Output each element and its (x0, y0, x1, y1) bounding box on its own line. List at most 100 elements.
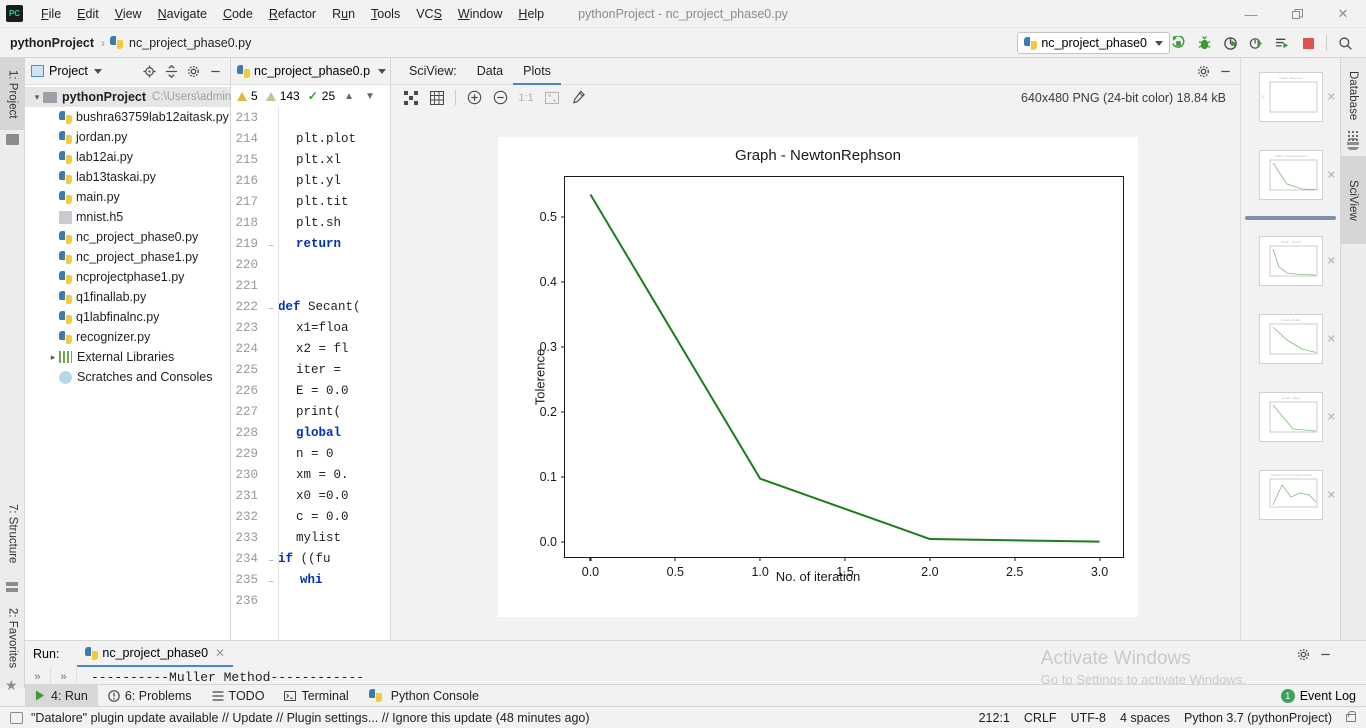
close-icon[interactable]: ✕ (1327, 91, 1336, 104)
fold-marker[interactable]: ⚊ (264, 239, 278, 249)
locate-icon[interactable] (138, 60, 160, 82)
tab-todo[interactable]: TODO (202, 685, 275, 707)
tab-python-console[interactable]: Python Console (359, 685, 489, 707)
thumbnail-item-2[interactable]: Graph - Secant ✕ (1241, 222, 1340, 300)
status-message[interactable]: "Datalore" plugin update available // Up… (31, 711, 590, 725)
chevron-down-icon[interactable]: ▾ (31, 92, 43, 103)
code-editor-area[interactable]: 213 214 plt.plot 215 plt.xl 216 plt.yl 217 p… (231, 107, 390, 688)
thumb-plot-4[interactable]: Graph - Muller (1258, 314, 1323, 364)
minimize-panel-icon[interactable] (1314, 643, 1336, 665)
list-item-file-8[interactable]: ncprojectphase1.py (25, 267, 230, 287)
lock-icon[interactable] (1346, 710, 1356, 722)
tab-problems[interactable]: 6: Problems (98, 685, 202, 707)
run-with-coverage-icon[interactable] (1218, 31, 1242, 55)
run-icon[interactable] (1166, 31, 1190, 55)
list-item-file-9[interactable]: q1finallab.py (25, 287, 230, 307)
tab-terminal[interactable]: Terminal (274, 685, 358, 707)
plot-thumbnail-strip[interactable]: Graph - Bisection Tol ✕ Graph - NewtonRep… (1240, 58, 1340, 688)
indent-setting[interactable]: 4 spaces (1120, 711, 1170, 725)
thumbnail-item-5[interactable]: Comparison of root finding methods ✕ (1241, 456, 1340, 534)
list-item-file-0[interactable]: bushra63759lab12aitask.py (25, 107, 230, 127)
settings-icon[interactable] (1192, 60, 1214, 82)
editor-tab-nc-project-phase0[interactable]: nc_project_phase0.p (231, 58, 390, 85)
menu-file[interactable]: File (33, 0, 69, 28)
breadcrumb-project[interactable]: pythonProject (0, 36, 96, 50)
close-icon[interactable]: ✕ (1327, 411, 1336, 424)
menu-run[interactable]: Run (324, 0, 363, 28)
zoom-out-icon[interactable] (488, 87, 512, 109)
event-log-button[interactable]: 1 Event Log (1280, 688, 1366, 703)
tree-item-external-libraries[interactable]: ▸ External Libraries (25, 347, 230, 367)
grid-icon[interactable] (425, 87, 449, 109)
menu-view[interactable]: View (107, 0, 150, 28)
menu-navigate[interactable]: Navigate (150, 0, 215, 28)
menu-tools[interactable]: Tools (363, 0, 408, 28)
search-everywhere-icon[interactable] (1333, 31, 1357, 55)
menu-window[interactable]: Window (450, 0, 510, 28)
settings-icon[interactable] (182, 60, 204, 82)
menu-edit[interactable]: Edit (69, 0, 107, 28)
menu-help[interactable]: Help (510, 0, 552, 28)
fold-marker[interactable]: ⚊ (264, 554, 278, 564)
close-icon[interactable]: ✕ (1327, 333, 1336, 346)
sidebar-item-favorites[interactable]: 2: Favorites (0, 596, 25, 680)
thumb-plot-2[interactable]: Graph - NewtonRephson (1258, 150, 1323, 200)
thumb-plot-1[interactable]: Graph - Bisection Tol (1258, 72, 1323, 122)
thumb-plot-6[interactable]: Comparison of root finding methods (1258, 470, 1323, 520)
run-tab-nc-project-phase0[interactable]: nc_project_phase0 ✕ (77, 641, 234, 667)
breadcrumb-file[interactable]: nc_project_phase0.py (127, 36, 253, 50)
maximize-button[interactable] (1274, 0, 1320, 28)
menu-refactor[interactable]: Refactor (261, 0, 324, 28)
thumbnail-item-4[interactable]: Graph - Birge ✕ (1241, 378, 1340, 456)
thumbnail-item-1[interactable]: Graph - NewtonRephson ✕ (1241, 136, 1340, 214)
fit-window-icon[interactable] (540, 87, 564, 109)
list-item-file-3[interactable]: lab13taskai.py (25, 167, 230, 187)
file-encoding[interactable]: UTF-8 (1071, 711, 1106, 725)
sidebar-item-project[interactable]: 1: Project (0, 58, 25, 130)
tab-data[interactable]: Data (467, 58, 513, 85)
line-separator[interactable]: CRLF (1024, 711, 1057, 725)
fold-marker[interactable]: ⚊ (264, 302, 278, 312)
list-item-file-1[interactable]: jordan.py (25, 127, 230, 147)
settings-icon[interactable] (1292, 643, 1314, 665)
close-icon[interactable]: ✕ (1327, 255, 1336, 268)
stop-icon[interactable] (1296, 31, 1320, 55)
minimize-button[interactable]: — (1228, 0, 1274, 28)
inspection-widget[interactable]: 5 143 ✓ 25 ▲ ▼ (231, 85, 390, 107)
run-configuration-selector[interactable]: nc_project_phase0 (1017, 32, 1170, 54)
menu-vcs[interactable]: VCS (408, 0, 450, 28)
close-icon[interactable]: ✕ (215, 646, 225, 660)
debug-icon[interactable] (1192, 31, 1216, 55)
list-item-file-10[interactable]: q1labfinalnc.py (25, 307, 230, 327)
thumb-plot-5[interactable]: Graph - Birge (1258, 392, 1323, 442)
caret-position[interactable]: 212:1 (979, 711, 1010, 725)
menu-code[interactable]: Code (215, 0, 261, 28)
fit-content-icon[interactable] (399, 87, 423, 109)
thumbnail-item-3[interactable]: Graph - Muller ✕ (1241, 300, 1340, 378)
minimize-panel-icon[interactable] (1214, 60, 1236, 82)
list-item-file-6[interactable]: nc_project_phase0.py (25, 227, 230, 247)
color-picker-icon[interactable] (566, 87, 590, 109)
close-icon[interactable]: ✕ (1327, 489, 1336, 502)
list-item-file-2[interactable]: lab12ai.py (25, 147, 230, 167)
zoom-in-icon[interactable] (462, 87, 486, 109)
sidebar-item-sciview[interactable]: SciView (1340, 156, 1366, 244)
close-icon[interactable]: ✕ (1327, 169, 1336, 182)
minimize-panel-icon[interactable] (204, 60, 226, 82)
prev-problem-icon[interactable]: ▲ (344, 91, 354, 102)
profile-icon[interactable] (1244, 31, 1268, 55)
thumb-plot-3[interactable]: Graph - Secant (1258, 236, 1323, 286)
close-button[interactable]: ✕ (1320, 0, 1366, 28)
fold-marker[interactable]: ⚊ (264, 575, 278, 585)
list-item-file-5[interactable]: mnist.h5 (25, 207, 230, 227)
sidebar-item-database[interactable]: Database (1340, 58, 1366, 134)
notification-icon[interactable] (10, 711, 23, 724)
project-view-chevron-icon[interactable] (93, 68, 102, 74)
tab-run[interactable]: 4: Run (25, 684, 98, 707)
list-item-file-7[interactable]: nc_project_phase1.py (25, 247, 230, 267)
actual-size-icon[interactable]: 1:1 (514, 87, 538, 109)
chevron-down-icon[interactable] (378, 68, 387, 74)
tab-plots[interactable]: Plots (513, 58, 561, 85)
tree-item-scratches[interactable]: Scratches and Consoles (25, 367, 230, 387)
python-interpreter[interactable]: Python 3.7 (pythonProject) (1184, 711, 1332, 725)
